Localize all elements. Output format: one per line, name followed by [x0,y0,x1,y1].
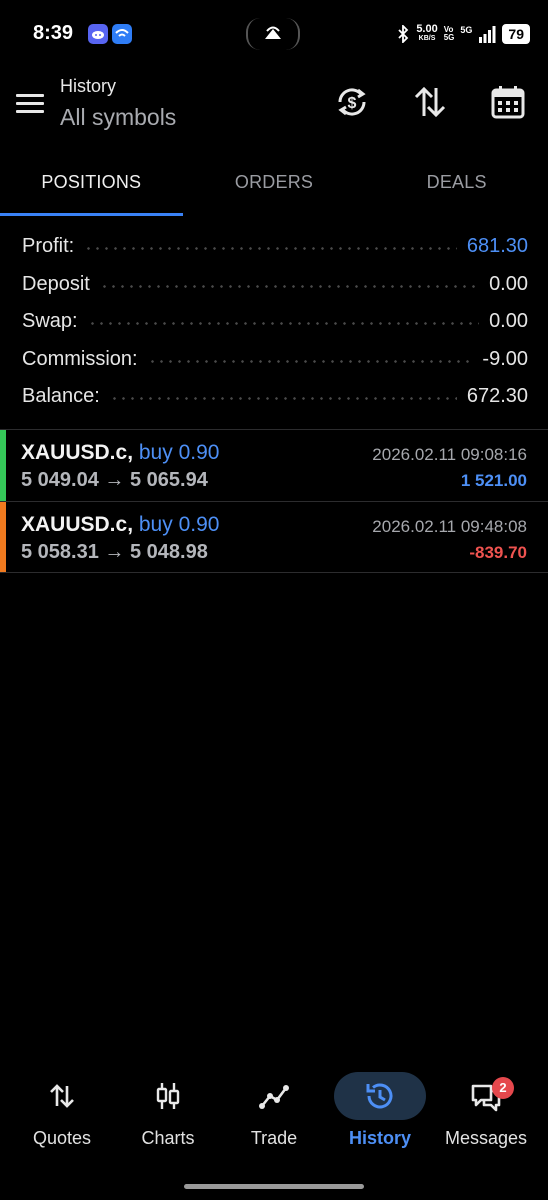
nav-charts[interactable]: Charts [118,1072,218,1149]
status-bar: 8:39 5.00 KB/S Vo 5G 5G 79 [0,0,548,68]
summary-row-swap: Swap: 0.00 [22,303,528,341]
swap-arrows-icon [16,1072,108,1120]
summary-label: Swap: [22,310,78,333]
nav-history[interactable]: History [330,1072,430,1149]
positions-list: XAUUSD.c, buy 0.90 5 049.04 → 5 065.94 2… [0,429,548,573]
status-time: 8:39 [33,22,74,44]
position-prices: 5 058.31 → 5 048.98 [21,541,208,564]
currency-cycle-icon[interactable]: $ [334,84,370,120]
bluetooth-icon [398,25,409,43]
summary-value: 0.00 [489,310,528,333]
bottom-navigation: Quotes Charts Trade History 2 Messages [0,1072,548,1162]
nav-label: Quotes [32,1128,92,1148]
tab-orders[interactable]: ORDERS [183,158,366,216]
nav-messages[interactable]: 2 Messages [436,1072,536,1149]
price-arrow: → [104,469,125,491]
candlestick-icon [122,1072,214,1120]
position-symbol-line: XAUUSD.c, buy 0.90 [21,441,219,465]
dotted-leader [109,397,457,401]
hotspot-indicator [246,18,300,50]
position-time: 2026.02.11 09:08:16 [372,445,527,464]
nav-quotes[interactable]: Quotes [12,1072,112,1149]
position-row[interactable]: XAUUSD.c, buy 0.90 5 049.04 → 5 065.94 2… [0,429,548,501]
nav-label: Charts [141,1128,195,1148]
app-notification-icon [112,24,132,44]
network-type: 5G [460,25,473,35]
volte-indicator: Vo 5G [444,26,455,42]
summary-label: Balance: [22,385,100,408]
open-price: 5 058.31 [21,541,99,563]
close-price: 5 048.98 [129,541,208,563]
hotspot-icon [265,26,281,39]
summary-value: 672.30 [466,385,528,408]
close-price: 5 065.94 [129,469,208,491]
nav-label: Messages [444,1128,528,1148]
tab-positions[interactable]: POSITIONS [0,158,183,216]
summary-row-balance: Balance: 672.30 [22,378,528,416]
trend-line-icon [228,1072,320,1120]
app-header: History All symbols $ [0,68,548,144]
sort-arrows-icon[interactable] [412,84,448,120]
summary-row-deposit: Deposit 0.00 [22,266,528,304]
summary-value: -9.00 [482,347,528,370]
position-prices: 5 049.04 → 5 065.94 [21,469,208,492]
discord-app-icon [88,24,108,44]
network-speed: 5.00 KB/S [416,23,438,43]
position-side: buy 0.90 [138,441,220,464]
symbol-filter[interactable]: All symbols [60,104,176,131]
position-side: buy 0.90 [138,513,220,536]
summary-value: 0.00 [489,272,528,295]
position-profit: 1 521.00 [460,471,527,490]
position-status-bar [0,502,6,572]
nav-trade[interactable]: Trade [224,1072,324,1149]
battery-indicator: 79 [502,24,530,44]
messages-badge: 2 [492,1077,514,1099]
chat-icon: 2 [440,1072,532,1120]
summary-label: Profit: [22,235,75,258]
dotted-leader [99,284,480,288]
position-row[interactable]: XAUUSD.c, buy 0.90 5 058.31 → 5 048.98 2… [0,501,548,573]
summary-value: 681.30 [466,235,528,258]
nav-label: History [348,1128,411,1148]
summary-label: Deposit [22,272,90,295]
status-right-group: 5.00 KB/S Vo 5G 5G 79 [396,22,530,46]
summary-row-commission: Commission: -9.00 [22,341,528,379]
menu-icon[interactable] [16,94,44,114]
network-speed-value: 5.00 [416,23,438,35]
position-profit: -839.70 [469,543,527,562]
tab-deals[interactable]: DEALS [365,158,548,216]
network-speed-unit: KB/S [418,35,436,42]
page-title: History [60,76,117,96]
position-symbol: XAUUSD.c, [21,513,134,536]
svg-text:$: $ [348,95,357,112]
history-tabs: POSITIONS ORDERS DEALS [0,158,548,216]
price-arrow: → [104,541,125,563]
calendar-icon[interactable] [490,84,526,120]
summary-label: Commission: [22,347,138,370]
volte-5g-label: 5G [443,33,455,42]
position-status-bar [0,430,6,501]
history-clock-icon [334,1072,426,1120]
position-symbol-line: XAUUSD.c, buy 0.90 [21,513,219,537]
home-gesture-bar[interactable] [184,1184,364,1189]
nav-label: Trade [250,1128,298,1148]
history-summary: Profit: 681.30 Deposit 0.00 Swap: 0.00 C… [22,228,528,416]
open-price: 5 049.04 [21,469,99,491]
dotted-leader [84,247,457,251]
position-symbol: XAUUSD.c, [21,441,134,464]
dotted-leader [87,322,480,326]
dotted-leader [147,359,473,363]
summary-row-profit: Profit: 681.30 [22,228,528,266]
position-time: 2026.02.11 09:48:08 [372,517,527,536]
signal-icon [479,26,496,43]
